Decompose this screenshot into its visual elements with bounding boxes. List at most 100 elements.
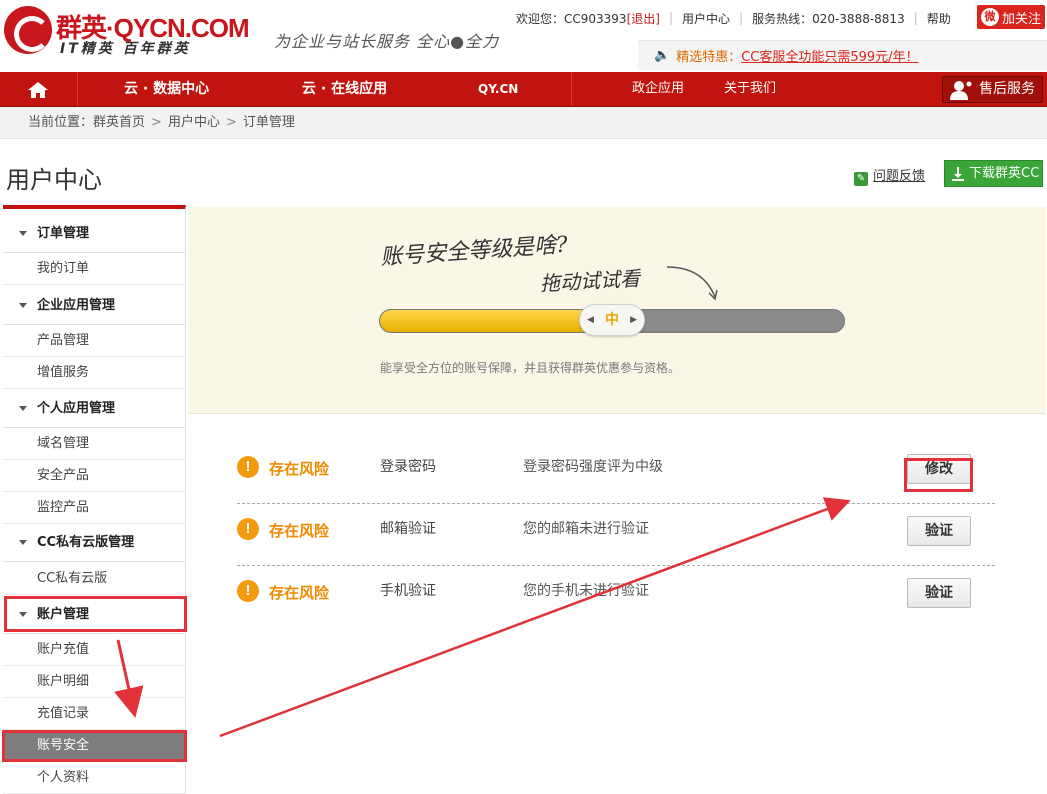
feedback-link[interactable]: ✎ 问题反馈: [854, 165, 925, 186]
warning-icon: !: [237, 518, 259, 540]
risk-description: 您的手机未进行验证: [523, 583, 649, 599]
sidebar-group-label: 个人应用管理: [37, 401, 116, 416]
sidebar-item-recharge-history[interactable]: 充值记录: [3, 698, 186, 730]
highlight-box-account-group: [4, 596, 187, 632]
nav-item-data-center[interactable]: 云 · 数据中心: [124, 72, 209, 106]
caret-right-icon: ▶: [630, 315, 637, 325]
sidebar-item-monitoring[interactable]: 监控产品: [3, 492, 186, 524]
curved-arrow-icon: [666, 266, 718, 301]
security-level-label: 中: [605, 312, 619, 328]
hotline-text: 服务热线：020-3888-8813: [752, 11, 905, 26]
divider: |: [913, 11, 918, 25]
promo-label: 精选特惠：: [676, 50, 742, 65]
logout-link[interactable]: [退出]: [627, 10, 660, 27]
after-sales-label: 售后服务: [979, 81, 1035, 97]
slider-handle[interactable]: ◀ 中 ▶: [579, 304, 645, 336]
verify-phone-button[interactable]: 验证: [907, 578, 971, 608]
nav-divider: [571, 72, 572, 106]
speaker-icon: 🔈: [654, 48, 671, 63]
site-header: 群英·QYCN.COM IT精英 百年群英 为企业与站长服务 全心●全力 欢迎您…: [0, 0, 1047, 72]
sidebar-item-value-added[interactable]: 增值服务: [3, 357, 186, 389]
breadcrumb-current: 订单管理: [242, 115, 295, 130]
warning-icon: !: [237, 456, 259, 478]
promo-notice: 🔈 精选特惠： CC客服全功能只需599元/年！: [638, 40, 1047, 70]
hint-line-2: 拖动试试看: [539, 266, 641, 296]
top-links: 欢迎您：CC903393 [退出] | 用户中心 | 服务热线：020-3888…: [516, 10, 951, 26]
risk-item: 手机验证: [380, 583, 436, 599]
promo-link[interactable]: CC客服全功能只需599元/年！: [741, 46, 918, 65]
sidebar-group-label: 企业应用管理: [37, 298, 116, 313]
risk-description: 登录密码强度评为中级: [523, 459, 663, 475]
security-level-note: 能享受全方位的账号保障，并且获得群英优惠参与资格。: [380, 361, 681, 375]
risk-item: 登录密码: [380, 459, 436, 475]
caret-down-icon: [19, 231, 27, 236]
sidebar-group-orders[interactable]: 订单管理: [3, 215, 186, 253]
user-center-link[interactable]: 用户中心: [682, 10, 730, 27]
security-level-panel: 账号安全等级是啥? 拖动试试看 ◀ 中 ▶ 能享受全方位的账号保障，并且获得群英…: [188, 207, 1046, 414]
download-label: 下载群英CC: [969, 166, 1040, 181]
warning-icon: !: [237, 580, 259, 602]
feedback-label: 问题反馈: [873, 169, 926, 184]
risk-description: 您的邮箱未进行验证: [523, 521, 649, 537]
help-link[interactable]: 帮助: [927, 10, 951, 27]
risk-row-email: ! 存在风险 邮箱验证 您的邮箱未进行验证 验证: [237, 504, 995, 566]
risk-status: 存在风险: [269, 460, 330, 478]
home-icon: [28, 82, 48, 98]
verify-email-button[interactable]: 验证: [907, 516, 971, 546]
logo-mark-icon: [4, 6, 52, 54]
slogan: 为企业与站长服务 全心●全力: [274, 32, 500, 51]
hint-line-1: 账号安全等级是啥?: [379, 232, 569, 271]
nav-item-online-apps[interactable]: 云 · 在线应用: [302, 72, 387, 106]
sidebar: 订单管理 我的订单 企业应用管理 产品管理 增值服务 个人应用管理 域名管理 安…: [3, 205, 186, 794]
sidebar-item-recharge[interactable]: 账户充值: [3, 634, 186, 666]
weibo-icon: 微: [981, 8, 999, 26]
follow-label: 加关注: [1002, 11, 1042, 27]
risk-status: 存在风险: [269, 584, 330, 602]
download-cc-button[interactable]: 下载群英CC: [944, 160, 1043, 187]
chevron-right-icon: >: [151, 115, 162, 130]
sidebar-item-account-details[interactable]: 账户明细: [3, 666, 186, 698]
welcome-text: 欢迎您：CC903393: [516, 11, 627, 26]
nav-item-about[interactable]: 关于我们: [724, 72, 776, 106]
sidebar-group-label: 订单管理: [37, 226, 90, 241]
caret-left-icon: ◀: [587, 315, 594, 325]
risk-status: 存在风险: [269, 522, 330, 540]
caret-down-icon: [19, 406, 27, 411]
nav-divider: [77, 72, 78, 106]
breadcrumb-home[interactable]: 群英首页: [93, 115, 145, 130]
main-nav: 云 · 数据中心 云 · 在线应用 QY.CN 政企应用 关于我们 售后服务: [0, 72, 1047, 107]
sidebar-item-products[interactable]: 产品管理: [3, 325, 186, 357]
sidebar-group-enterprise-apps[interactable]: 企业应用管理: [3, 287, 186, 325]
edit-icon: ✎: [854, 172, 868, 186]
nav-item-gov-apps[interactable]: 政企应用: [632, 72, 684, 106]
security-hint-handwriting: 账号安全等级是啥? 拖动试试看: [380, 225, 850, 305]
support-person-icon: [950, 81, 972, 100]
divider: |: [739, 11, 744, 25]
risk-item: 邮箱验证: [380, 521, 436, 537]
sidebar-item-security-products[interactable]: 安全产品: [3, 460, 186, 492]
sidebar-item-profile[interactable]: 个人资料: [3, 762, 186, 794]
after-sales-button[interactable]: 售后服务: [942, 76, 1043, 103]
sidebar-group-personal-apps[interactable]: 个人应用管理: [3, 390, 186, 428]
breadcrumb: 当前位置：群英首页 > 用户中心 > 订单管理: [0, 107, 1047, 139]
download-icon: [952, 167, 964, 181]
breadcrumb-prefix: 当前位置：: [28, 115, 94, 130]
sidebar-item-domains[interactable]: 域名管理: [3, 428, 186, 460]
breadcrumb-user-center[interactable]: 用户中心: [168, 115, 220, 130]
caret-down-icon: [19, 303, 27, 308]
site-logo[interactable]: 群英·QYCN.COM IT精英 百年群英: [4, 4, 254, 58]
chevron-right-icon: >: [225, 115, 237, 130]
highlight-box-modify-button: [904, 458, 973, 492]
nav-item-qycn[interactable]: QY.CN: [478, 72, 518, 106]
sidebar-item-cc-private[interactable]: CC私有云版: [3, 563, 186, 595]
highlight-box-account-security: [2, 730, 187, 762]
risk-row-password: ! 存在风险 登录密码 登录密码强度评为中级 修改: [237, 442, 995, 504]
caret-down-icon: [19, 540, 27, 545]
sidebar-item-my-orders[interactable]: 我的订单: [3, 253, 186, 285]
logo-subtitle: IT精英 百年群英: [60, 41, 191, 57]
page-title: 用户中心: [6, 166, 102, 194]
follow-button[interactable]: 微 加关注: [977, 5, 1045, 29]
divider: |: [668, 11, 673, 25]
sidebar-group-label: CC私有云版管理: [37, 535, 135, 550]
sidebar-group-cc-private[interactable]: CC私有云版管理: [3, 524, 186, 562]
